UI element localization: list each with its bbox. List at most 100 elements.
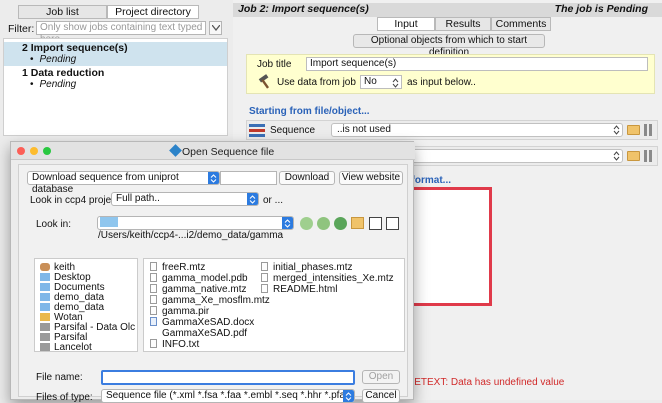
filter-input[interactable]: Only show jobs containing text typed her… xyxy=(36,21,206,45)
file-icon xyxy=(150,262,157,271)
close-window-button[interactable] xyxy=(17,147,25,155)
forward-arrow-icon[interactable] xyxy=(317,217,330,230)
use-data-value: No xyxy=(364,76,377,87)
job-header-status: The job is Pending xyxy=(554,3,648,15)
sequence-select[interactable]: ..is not used xyxy=(331,123,623,137)
file-type-select[interactable]: Sequence file (*.xml *.fsa *.faa *.embl … xyxy=(101,389,355,403)
job-item-2[interactable]: 2 Import sequence(s) Pending xyxy=(4,42,227,66)
filter-label: Filter: xyxy=(8,23,35,35)
file-item[interactable]: gamma_model.pdb xyxy=(150,273,248,284)
use-data-select[interactable]: No xyxy=(360,75,402,89)
project-value: Full path.. xyxy=(116,193,160,204)
file-item[interactable]: gamma.pir xyxy=(150,306,209,317)
download-id-input[interactable] xyxy=(220,171,277,185)
open-button[interactable]: Open xyxy=(362,370,400,384)
job-header: Job 2: Import sequence(s) The job is Pen… xyxy=(233,3,662,17)
folder-icon xyxy=(40,283,50,291)
home-icon xyxy=(40,263,50,271)
places-sidebar: keith Desktop Documents demo_data demo_d… xyxy=(34,258,138,352)
minimize-window-button[interactable] xyxy=(30,147,38,155)
detail-view-icon[interactable] xyxy=(386,217,399,230)
download-source-select[interactable]: Download sequence from uniprot database xyxy=(27,171,220,195)
drive-icon xyxy=(40,313,50,321)
left-tabbar: Job list Project directory xyxy=(18,5,199,19)
sequence-row: Sequence ..is not used xyxy=(246,120,658,140)
cancel-button[interactable]: Cancel xyxy=(362,389,400,403)
tab-project-directory[interactable]: Project directory xyxy=(107,5,199,19)
or-label: or ... xyxy=(263,195,284,206)
file-item[interactable]: GammaXeSAD.docx xyxy=(150,317,254,328)
file-browser: freeR.mtz gamma_model.pdb gamma_native.m… xyxy=(143,258,405,352)
file-icon xyxy=(150,273,157,282)
tab-comments[interactable]: Comments xyxy=(491,17,551,31)
as-input-label: as input below.. xyxy=(407,77,476,88)
folder-icon xyxy=(40,273,50,281)
pdf-file-icon xyxy=(150,328,157,337)
sequence-label: Sequence xyxy=(270,125,316,136)
download-button[interactable]: Download xyxy=(279,171,335,185)
file-item[interactable]: merged_intensities_Xe.mtz xyxy=(261,273,394,284)
new-folder-icon[interactable] xyxy=(351,217,364,229)
file-item[interactable]: freeR.mtz xyxy=(150,262,205,273)
file-item[interactable]: gamma_native.mtz xyxy=(150,284,246,295)
filter-dropdown-button[interactable] xyxy=(209,21,222,35)
look-in-path-value: /Users/keith/ccp4-...i2/demo_data/gamma xyxy=(98,230,284,241)
file-icon xyxy=(261,262,268,271)
menu-bars-icon[interactable] xyxy=(644,124,654,136)
job-title-box: Job title Import sequence(s) Use data fr… xyxy=(246,54,655,94)
file-item[interactable]: INFO.txt xyxy=(150,339,199,350)
job-list: 2 Import sequence(s) Pending 1 Data redu… xyxy=(3,38,228,136)
section-title: Starting from file/object... xyxy=(249,106,370,117)
file-item[interactable]: initial_phases.mtz xyxy=(261,262,352,273)
error-message: CETEXT: Data has undefined value xyxy=(407,377,565,388)
filter-row: Filter: Only show jobs containing text t… xyxy=(0,20,231,45)
folder-icon xyxy=(100,217,118,227)
folder-icon xyxy=(40,293,50,301)
files-of-type-label: Files of type: xyxy=(36,392,93,403)
look-in-path-select[interactable]: /Users/keith/ccp4-...i2/demo_data/gamma xyxy=(97,216,294,241)
menu-bars-icon[interactable] xyxy=(644,150,654,162)
file-icon xyxy=(261,284,268,293)
highlighted-input-box xyxy=(407,187,492,306)
up-arrow-icon[interactable] xyxy=(334,217,347,230)
drive-icon xyxy=(40,343,50,351)
file-type-value: Sequence file (*.xml *.fsa *.faa *.embl … xyxy=(106,390,354,401)
folder-icon xyxy=(40,303,50,311)
file-item[interactable]: gamma_Xe_mosflm.mtz xyxy=(150,295,270,306)
file-name-input[interactable] xyxy=(101,370,355,385)
optional-objects-button[interactable]: Optional objects from which to start def… xyxy=(353,34,545,58)
job-title: 1 Data reduction xyxy=(22,67,105,79)
hammer-icon xyxy=(258,74,270,89)
view-website-button[interactable]: View website xyxy=(339,171,403,185)
dialog-body: Download sequence from uniprot database … xyxy=(18,164,408,403)
updown-arrows-icon xyxy=(613,151,620,161)
drive-icon xyxy=(40,333,50,341)
file-icon xyxy=(261,273,268,282)
chevron-down-icon xyxy=(212,25,220,31)
folder-icon[interactable] xyxy=(627,151,640,161)
tab-input[interactable]: Input xyxy=(377,17,435,31)
list-view-icon[interactable] xyxy=(369,217,382,230)
look-in-project-label: Look in ccp4 project: xyxy=(30,195,122,206)
dropdown-arrow-icon xyxy=(282,217,293,229)
doc-file-icon xyxy=(150,317,157,326)
sequence-value: ..is not used xyxy=(337,124,391,135)
job-tabs: Input Results Comments xyxy=(377,17,551,31)
project-select[interactable]: Full path.. xyxy=(111,192,259,206)
tab-job-list[interactable]: Job list xyxy=(18,5,107,19)
job-item-1[interactable]: 1 Data reduction Pending xyxy=(4,67,227,91)
dropdown-arrow-icon xyxy=(247,193,258,205)
place-item[interactable]: Lancelot xyxy=(40,342,92,351)
job-title-input[interactable]: Import sequence(s) xyxy=(306,57,648,71)
folder-icon[interactable] xyxy=(627,125,640,135)
file-item[interactable]: README.html xyxy=(261,284,337,295)
job-title-label: Job title xyxy=(257,59,292,70)
file-icon xyxy=(150,306,157,315)
dialog-title: Open Sequence file xyxy=(182,146,275,158)
file-item[interactable]: GammaXeSAD.pdf xyxy=(150,328,247,339)
tab-results[interactable]: Results xyxy=(435,17,491,31)
job-header-title: Job 2: Import sequence(s) xyxy=(238,3,369,15)
back-arrow-icon[interactable] xyxy=(300,217,313,230)
zoom-window-button[interactable] xyxy=(43,147,51,155)
file-icon xyxy=(150,295,157,304)
